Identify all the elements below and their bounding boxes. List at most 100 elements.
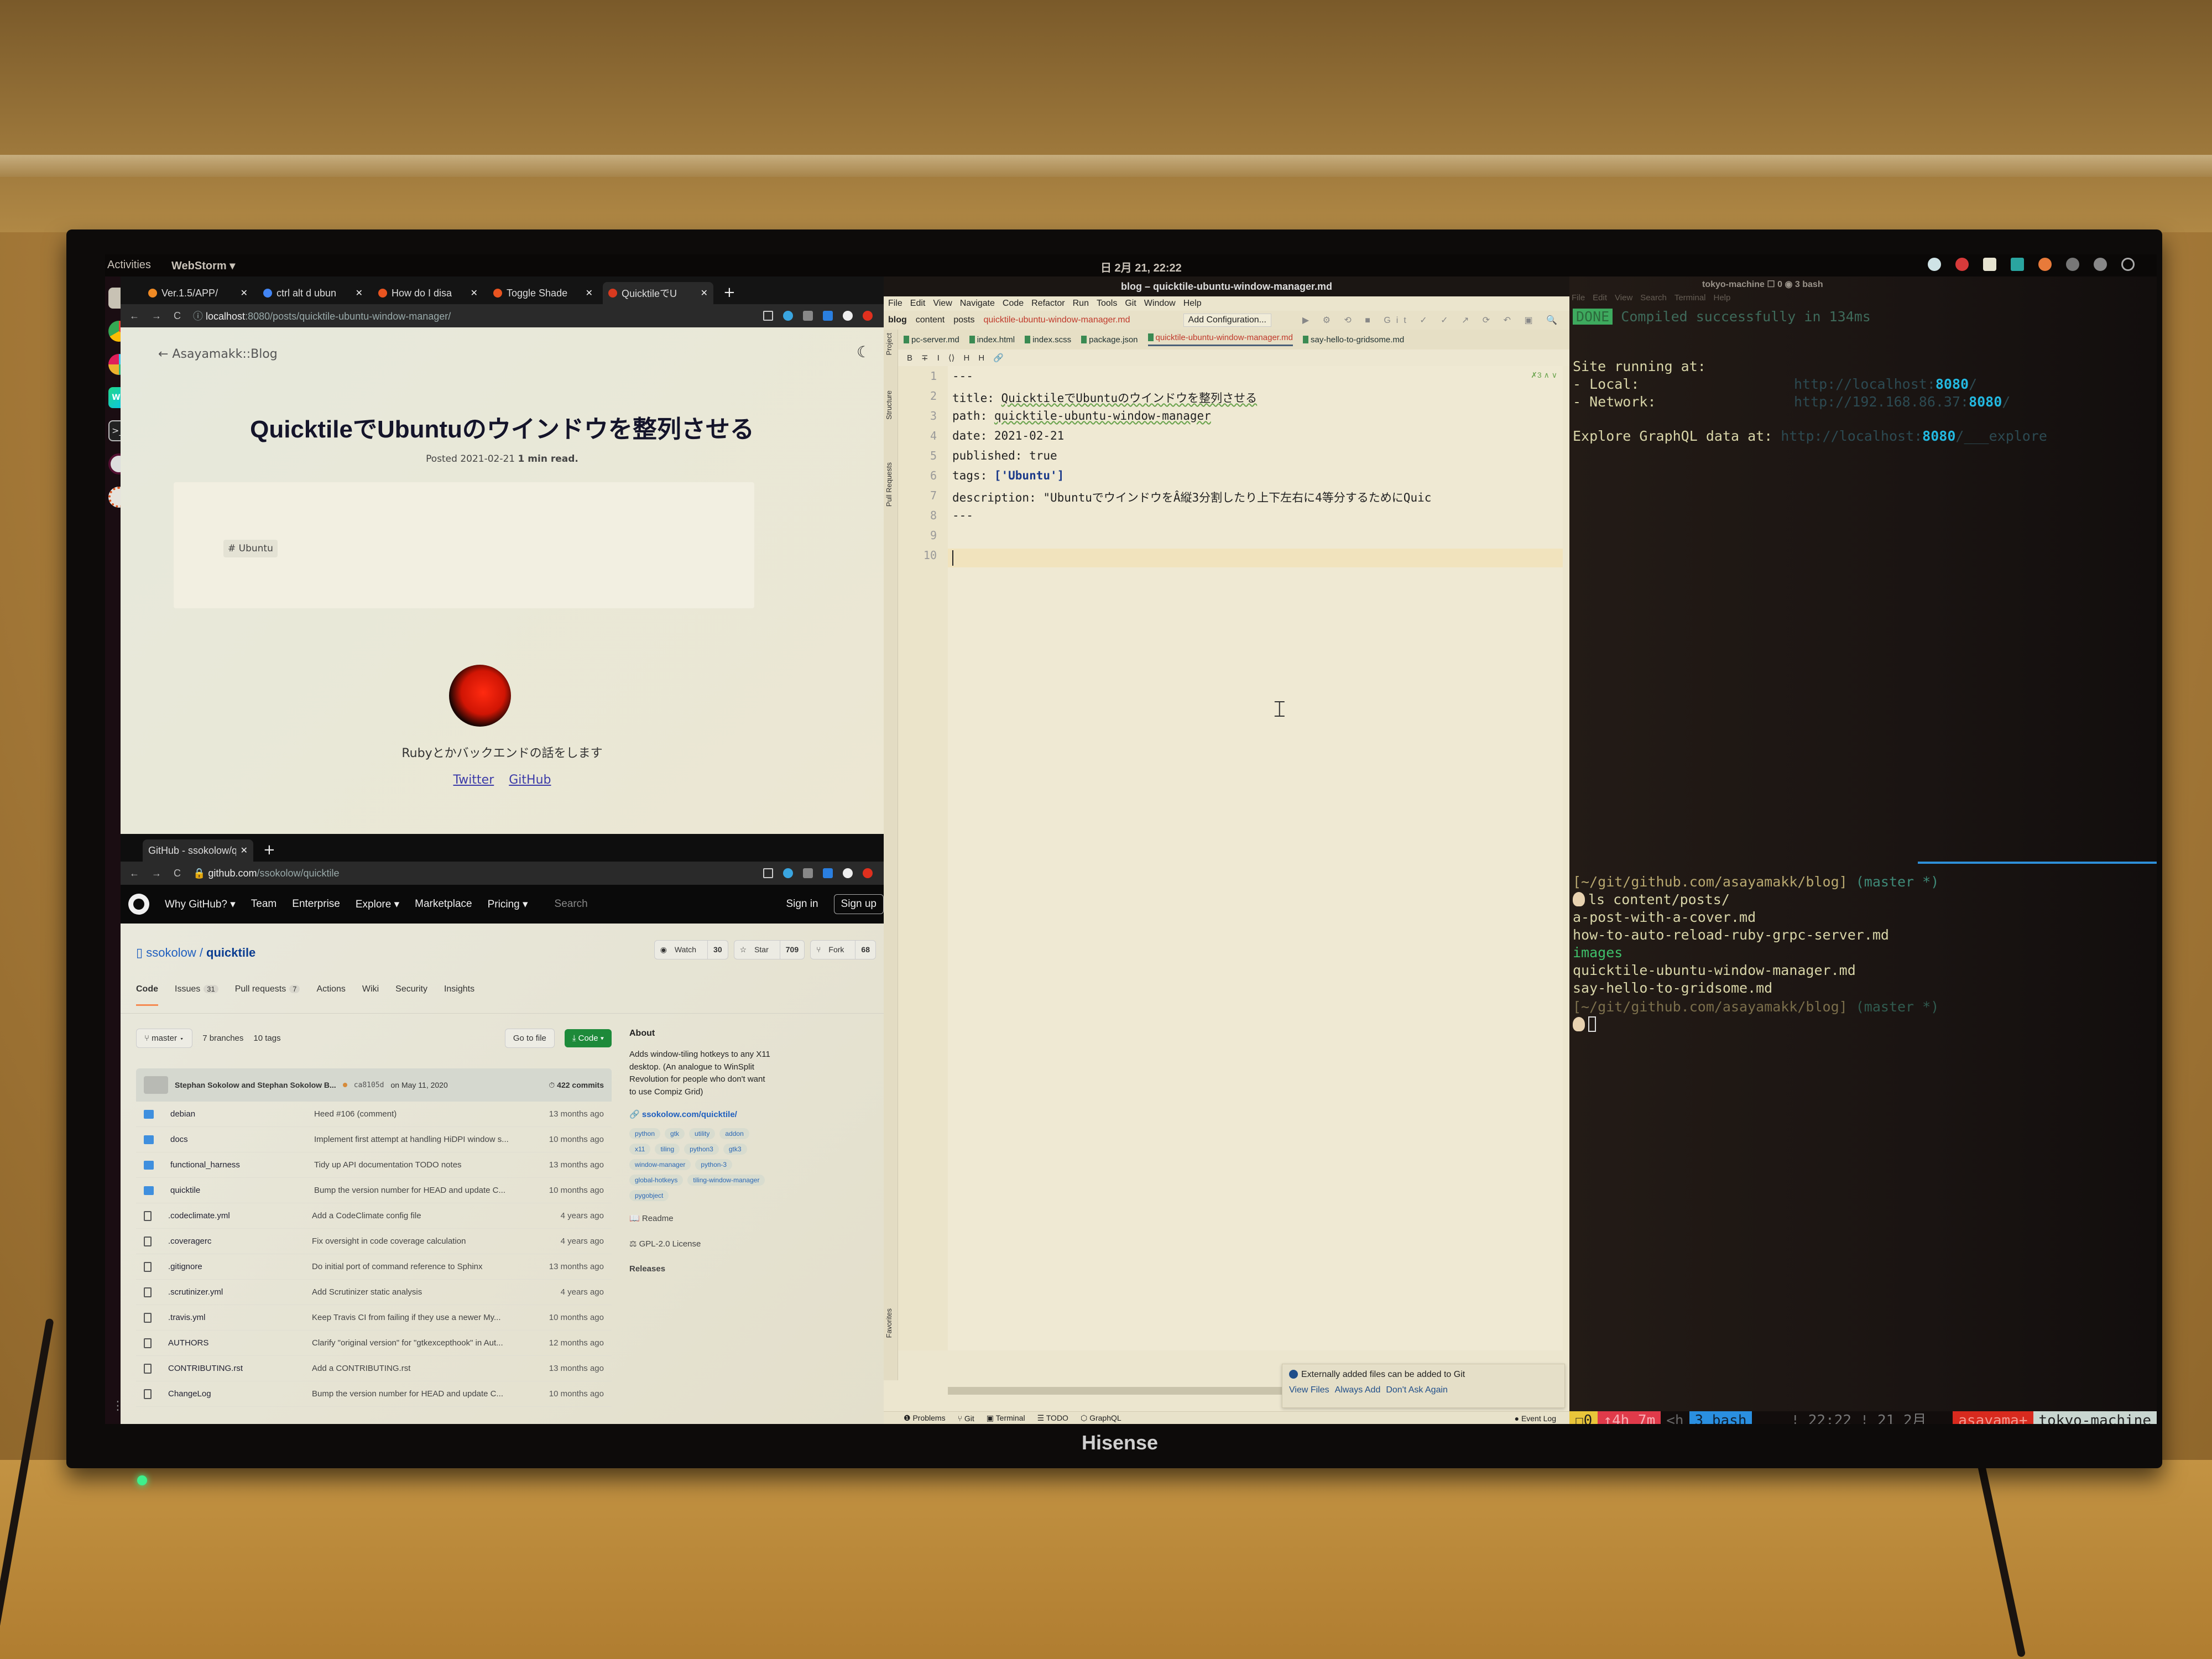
file-name[interactable]: .scrutinizer.yml — [168, 1287, 312, 1297]
file-row[interactable]: .coveragerc Fix oversight in code coverag… — [136, 1229, 612, 1254]
star-button[interactable]: ☆ Star 709 — [733, 940, 805, 959]
branch-select[interactable]: ⑂ master ▾ — [136, 1029, 193, 1048]
close-tab-icon[interactable]: ✕ — [356, 288, 363, 299]
terminal-menu-file[interactable]: File — [1572, 293, 1585, 306]
always-add-link[interactable]: Always Add — [1335, 1385, 1381, 1395]
menu-code[interactable]: Code — [1003, 299, 1024, 309]
file-name[interactable]: quicktile — [170, 1186, 314, 1195]
file-row[interactable]: AUTHORS Clarify "original version" for "g… — [136, 1331, 612, 1356]
commit-message[interactable]: Fix oversight in code coverage calculati… — [312, 1237, 521, 1246]
file-name[interactable]: ChangeLog — [168, 1389, 312, 1399]
menu-edit[interactable]: Edit — [910, 299, 926, 309]
commit-message[interactable]: Add Scrutinizer static analysis — [312, 1287, 521, 1297]
file-row[interactable]: CONTRIBUTING.rst Add a CONTRIBUTING.rst 13… — [136, 1356, 612, 1381]
tab-github[interactable]: GitHub - ssokolow/quick ✕ — [143, 839, 253, 862]
file-name[interactable]: .coveragerc — [168, 1237, 312, 1246]
topic-tag[interactable]: tiling — [655, 1144, 680, 1155]
menu-help[interactable]: Help — [1183, 299, 1202, 309]
topic-tag[interactable]: python — [629, 1128, 661, 1139]
repo-tab-wiki[interactable]: Wiki — [362, 984, 379, 1006]
terminal-menu-help[interactable]: Help — [1714, 293, 1731, 306]
file-row[interactable]: docs Implement first attempt at handling … — [136, 1127, 612, 1152]
license-link[interactable]: ⚖ GPL-2.0 License — [629, 1239, 773, 1249]
strikethrough-button[interactable]: ∓ — [921, 353, 928, 363]
inspection-widget[interactable]: ✗3 ∧ ∨ — [1531, 371, 1557, 380]
forward-icon[interactable]: → — [152, 868, 161, 879]
commit-message[interactable]: Add a CONTRIBUTING.rst — [312, 1364, 521, 1373]
breadcrumb-posts[interactable]: posts — [953, 315, 974, 325]
graphql-url[interactable]: http://localhost:8080/___explore — [1781, 428, 2047, 444]
app-menu[interactable]: WebStorm ▾ — [171, 259, 235, 273]
editor-tab[interactable]: pc-server.md — [904, 335, 959, 345]
local-url[interactable]: http://localhost:8080/ — [1794, 376, 1977, 392]
terminal-menu-view[interactable]: View — [1615, 293, 1632, 306]
topic-tag[interactable]: gtk — [665, 1128, 685, 1139]
git-tool-button[interactable]: ⑂ Git — [958, 1414, 974, 1423]
breadcrumb-content[interactable]: content — [916, 315, 945, 325]
go-to-file-button[interactable]: Go to file — [504, 1029, 555, 1048]
bookmark-star-icon[interactable] — [763, 868, 773, 878]
puzzle-icon[interactable] — [843, 311, 853, 321]
volume-icon[interactable] — [2094, 258, 2107, 271]
url-field[interactable]: 🔒 github.com/ssokolow/quicktile — [193, 868, 751, 879]
back-icon[interactable]: ← — [129, 310, 139, 322]
power-icon[interactable] — [2121, 258, 2135, 271]
file-row[interactable]: .gitignore Do initial port of command ref… — [136, 1254, 612, 1280]
file-name[interactable]: .codeclimate.yml — [168, 1211, 312, 1220]
file-row[interactable]: ChangeLog Bump the version number for HEA… — [136, 1381, 612, 1407]
terminal-menu-search[interactable]: Search — [1640, 293, 1667, 306]
nav-pricing[interactable]: Pricing ▾ — [488, 898, 528, 911]
commits-count[interactable]: ⏱ 422 commits — [549, 1081, 604, 1090]
tags-link[interactable]: 10 tags — [253, 1034, 280, 1043]
tmux-prev-window[interactable]: <h — [1661, 1411, 1689, 1424]
file-name[interactable]: .travis.yml — [168, 1313, 312, 1322]
heading-button[interactable]: H — [963, 353, 969, 363]
editor-tab[interactable]: index.scss — [1025, 335, 1071, 345]
tab-2[interactable]: ctrl alt d ubun ✕ — [258, 282, 368, 304]
bold-button[interactable]: B — [907, 353, 912, 363]
fork-button[interactable]: ⑂ Fork 68 — [810, 940, 876, 959]
file-row[interactable]: quicktile Bump the version number for HEA… — [136, 1178, 612, 1203]
search-input[interactable]: Search — [555, 898, 588, 910]
structure-tool-button[interactable]: Structure — [885, 390, 893, 420]
tab-4[interactable]: Toggle Shade ✕ — [488, 282, 598, 304]
project-tool-button[interactable]: Project — [885, 333, 893, 355]
topic-tag[interactable]: window-manager — [629, 1159, 691, 1170]
back-icon[interactable]: ← — [129, 868, 139, 879]
terminal-menu-terminal[interactable]: Terminal — [1674, 293, 1706, 306]
activities-button[interactable]: Activities — [107, 259, 151, 272]
clipboard-icon[interactable] — [1983, 258, 1996, 271]
breadcrumb-blog[interactable]: blog — [888, 315, 907, 325]
extension-icon[interactable] — [823, 868, 833, 878]
add-configuration-button[interactable]: Add Configuration... — [1183, 314, 1271, 327]
nav-why-github[interactable]: Why GitHub? ▾ — [165, 898, 236, 911]
extension-icon[interactable] — [783, 311, 793, 321]
close-tab-icon[interactable]: ✕ — [471, 288, 478, 299]
close-tab-icon[interactable]: ✕ — [701, 288, 708, 299]
readme-link[interactable]: 📖 Readme — [629, 1213, 773, 1223]
close-tab-icon[interactable]: ✕ — [586, 288, 593, 299]
sign-in-link[interactable]: Sign in — [786, 898, 818, 910]
close-tab-icon[interactable]: ✕ — [241, 845, 248, 856]
topic-tag[interactable]: utility — [689, 1128, 716, 1139]
favorites-tool-button[interactable]: Favorites — [885, 1308, 893, 1338]
file-row[interactable]: .codeclimate.yml Add a CodeClimate config… — [136, 1203, 612, 1229]
github-link[interactable]: GitHub — [509, 773, 551, 787]
commit-message[interactable]: Keep Travis CI from failing if they use … — [312, 1313, 521, 1322]
repo-tab-code[interactable]: Code — [136, 984, 158, 1006]
file-row[interactable]: functional_harness Tidy up API documentat… — [136, 1152, 612, 1178]
commit-message[interactable]: Add a CodeClimate config file — [312, 1211, 521, 1220]
commit-authors[interactable]: Stephan Sokolow and Stephan Sokolow B... — [175, 1081, 336, 1089]
pull-requests-tool-button[interactable]: Pull Requests — [885, 462, 893, 507]
repo-tab-security[interactable]: Security — [395, 984, 427, 1006]
editor-tab[interactable]: package.json — [1081, 335, 1138, 345]
forward-icon[interactable]: → — [152, 310, 161, 322]
extension-icon[interactable] — [803, 868, 813, 878]
profile-avatar[interactable] — [863, 311, 873, 321]
tab-3[interactable]: How do I disa ✕ — [373, 282, 483, 304]
terminal-tool-button[interactable]: ▣ Terminal — [987, 1413, 1025, 1423]
file-row[interactable]: debian Heed #106 (comment) 13 months ago — [136, 1102, 612, 1127]
repo-tab-actions[interactable]: Actions — [316, 984, 345, 1006]
topic-tag[interactable]: global-hotkeys — [629, 1175, 684, 1186]
editor-tab[interactable]: say-hello-to-gridsome.md — [1302, 335, 1404, 345]
